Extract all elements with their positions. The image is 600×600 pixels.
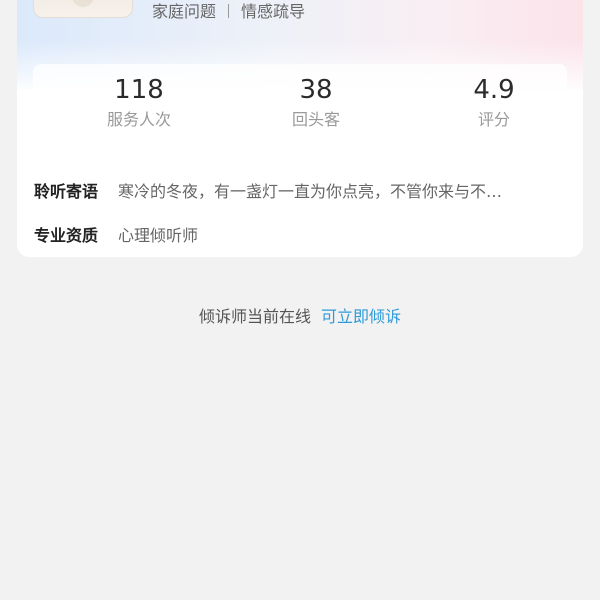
- stat-value: 118: [114, 75, 164, 105]
- message-key: 聆听寄语: [34, 182, 99, 201]
- stat-label: 回头客: [291, 110, 340, 129]
- specialty-tags: 家庭问题 情感疏导: [152, 0, 305, 22]
- avatar: [33, 0, 133, 18]
- tag-divider: [228, 4, 230, 18]
- stat-value: 38: [299, 75, 333, 105]
- listener-profile-card: 家庭问题 情感疏导 118 服务人次 38 回头客 4.9 评分 聆听寄语 寒冷的冬…: [17, 0, 583, 257]
- tag-emotional-support: 情感疏导: [241, 2, 306, 21]
- online-status-bar: 倾诉师当前在线 可立即倾诉: [0, 303, 600, 327]
- message-value: 寒冷的冬夜，有一盏灯一直为你点亮，不管你来与不…: [118, 182, 503, 201]
- message-row: 聆听寄语 寒冷的冬夜，有一盏灯一直为你点亮，不管你来与不…: [34, 178, 574, 202]
- qualification-value: 心理倾听师: [118, 226, 199, 245]
- talk-now-link[interactable]: 可立即倾诉: [321, 307, 401, 326]
- stats-panel: 118 服务人次 38 回头客 4.9 评分: [33, 64, 567, 146]
- stat-rating: 4.9 评分: [424, 74, 564, 131]
- tag-family-issues: 家庭问题: [152, 2, 217, 21]
- qualification-key: 专业资质: [34, 226, 99, 245]
- online-status-text: 倾诉师当前在线: [198, 307, 311, 326]
- stat-value: 4.9: [473, 75, 515, 105]
- stat-label: 评分: [477, 110, 510, 129]
- stat-service-count: 118 服务人次: [69, 74, 209, 131]
- qualification-row: 专业资质 心理倾听师: [34, 222, 574, 246]
- stat-label: 服务人次: [106, 110, 171, 129]
- stat-returning-clients: 38 回头客: [246, 74, 386, 131]
